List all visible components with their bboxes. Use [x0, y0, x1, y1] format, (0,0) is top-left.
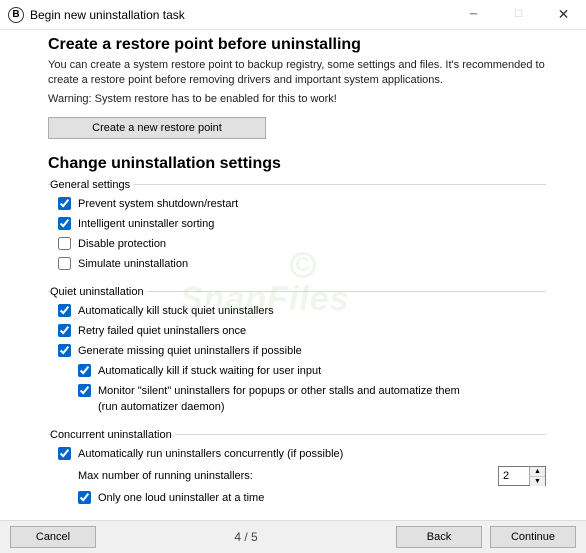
auto-kill-checkbox[interactable]: [58, 304, 71, 317]
auto-run-label: Automatically run uninstallers concurren…: [78, 446, 343, 462]
intelligent-sort-label: Intelligent uninstaller sorting: [78, 216, 214, 232]
generate-checkbox[interactable]: [58, 344, 71, 357]
retry-checkbox[interactable]: [58, 324, 71, 337]
auto-kill-label: Automatically kill stuck quiet uninstall…: [78, 303, 274, 319]
restore-heading: Create a restore point before uninstalli…: [48, 36, 546, 54]
spinner-down-icon[interactable]: ▼: [530, 477, 545, 486]
quiet-uninstall-group: Quiet uninstallation Automatically kill …: [48, 286, 546, 423]
window-title: Begin new uninstallation task: [30, 8, 451, 22]
disable-protection-checkbox[interactable]: [58, 237, 71, 250]
max-uninstallers-spinner[interactable]: ▲ ▼: [498, 466, 546, 486]
quiet-legend: Quiet uninstallation: [50, 286, 147, 298]
prevent-shutdown-checkbox[interactable]: [58, 197, 71, 210]
monitor-label: Monitor "silent" uninstallers for popups…: [98, 383, 478, 415]
concurrent-legend: Concurrent uninstallation: [50, 429, 175, 441]
auto-run-checkbox[interactable]: [58, 447, 71, 460]
titlebar: B Begin new uninstallation task ─ ☐ ✕: [0, 0, 586, 30]
generate-label: Generate missing quiet uninstallers if p…: [78, 343, 302, 359]
maximize-button: ☐: [496, 0, 541, 30]
simulate-checkbox[interactable]: [58, 257, 71, 270]
create-restore-point-button[interactable]: Create a new restore point: [48, 117, 266, 139]
back-button[interactable]: Back: [396, 526, 482, 548]
simulate-label: Simulate uninstallation: [78, 256, 188, 272]
intelligent-sort-checkbox[interactable]: [58, 217, 71, 230]
max-uninstallers-input[interactable]: [499, 467, 529, 485]
auto-kill-wait-checkbox[interactable]: [78, 364, 91, 377]
general-legend: General settings: [50, 179, 133, 191]
close-button[interactable]: ✕: [541, 0, 586, 30]
window-controls: ─ ☐ ✕: [451, 0, 586, 30]
page-progress: 4 / 5: [96, 530, 396, 544]
disable-protection-label: Disable protection: [78, 236, 166, 252]
continue-button[interactable]: Continue: [490, 526, 576, 548]
general-settings-group: General settings Prevent system shutdown…: [48, 179, 546, 280]
concurrent-uninstall-group: Concurrent uninstallation Automatically …: [48, 429, 546, 514]
cancel-button[interactable]: Cancel: [10, 526, 96, 548]
auto-kill-wait-label: Automatically kill if stuck waiting for …: [98, 363, 321, 379]
max-uninstallers-label: Max number of running uninstallers:: [78, 470, 498, 482]
retry-label: Retry failed quiet uninstallers once: [78, 323, 246, 339]
monitor-checkbox[interactable]: [78, 384, 91, 397]
settings-heading: Change uninstallation settings: [48, 155, 546, 173]
prevent-shutdown-label: Prevent system shutdown/restart: [78, 196, 238, 212]
restore-warning: Warning: System restore has to be enable…: [48, 92, 546, 107]
one-loud-label: Only one loud uninstaller at a time: [98, 490, 264, 506]
one-loud-checkbox[interactable]: [78, 491, 91, 504]
app-icon: B: [8, 7, 24, 23]
restore-description: You can create a system restore point to…: [48, 58, 546, 88]
minimize-button[interactable]: ─: [451, 0, 496, 30]
footer-bar: Cancel 4 / 5 Back Continue: [0, 520, 586, 553]
content-area: Create a restore point before uninstalli…: [0, 30, 586, 520]
spinner-up-icon[interactable]: ▲: [530, 467, 545, 477]
